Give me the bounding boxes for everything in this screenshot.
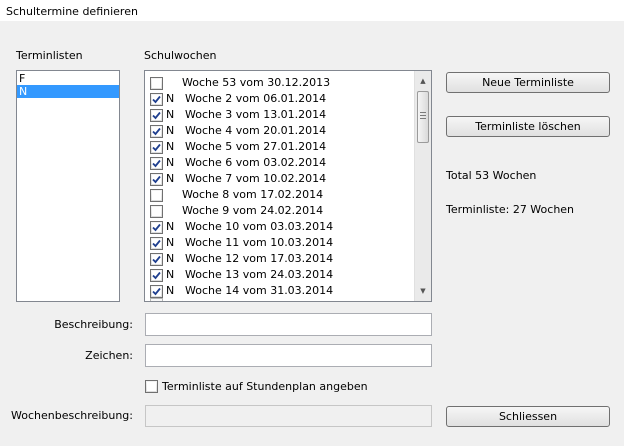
checkmark-icon (152, 95, 161, 104)
week-row[interactable]: N Woche 6 vom 03.02.2014 (145, 155, 415, 171)
week-terminliste-mark: N (166, 252, 175, 265)
terminliste-loeschen-button[interactable]: Terminliste löschen (446, 116, 610, 137)
week-label: Woche 6 vom 03.02.2014 (185, 156, 327, 169)
week-checkbox[interactable] (150, 141, 163, 154)
week-label: Woche 3 vom 13.01.2014 (185, 108, 327, 121)
week-checkbox[interactable] (150, 93, 163, 106)
week-row[interactable]: N Woche 4 vom 20.01.2014 (145, 123, 415, 139)
week-terminliste-mark: N (166, 140, 175, 153)
checkmark-icon (152, 255, 161, 264)
week-row-partial (145, 296, 415, 301)
beschreibung-label: Beschreibung: (54, 318, 133, 331)
week-terminliste-mark: N (166, 220, 175, 233)
window-title: Schultermine definieren (6, 5, 138, 18)
window-titlebar: Schultermine definieren (0, 0, 626, 22)
checkbox-inner (152, 79, 161, 88)
scrollbar-grip (420, 118, 426, 119)
week-label: Woche 10 vom 03.03.2014 (185, 220, 334, 233)
week-terminliste-mark: N (166, 236, 175, 249)
week-checkbox[interactable] (150, 189, 163, 202)
zeichen-label: Zeichen: (85, 349, 133, 362)
week-label: Woche 4 vom 20.01.2014 (185, 124, 327, 137)
week-row[interactable]: Woche 9 vom 24.02.2014 (145, 203, 415, 219)
week-label: Woche 8 vom 17.02.2014 (182, 188, 324, 201)
week-checkbox[interactable] (150, 253, 163, 266)
total-weeks-text: Total 53 Wochen (446, 169, 537, 182)
week-row[interactable]: N Woche 11 vom 10.03.2014 (145, 235, 415, 251)
terminliste-item[interactable]: F (17, 72, 119, 85)
week-row[interactable]: Woche 8 vom 17.02.2014 (145, 187, 415, 203)
week-terminliste-mark: N (166, 268, 175, 281)
neue-terminliste-button[interactable]: Neue Terminliste (446, 72, 610, 93)
week-checkbox[interactable] (150, 269, 163, 282)
terminliste-item[interactable]: N (17, 85, 119, 98)
scrollbar-grip (420, 115, 426, 116)
week-checkbox[interactable] (150, 77, 163, 90)
checkmark-icon (152, 159, 161, 168)
schliessen-button[interactable]: Schliessen (446, 406, 610, 427)
checkmark-icon (152, 271, 161, 280)
week-row[interactable]: N Woche 10 vom 03.03.2014 (145, 219, 415, 235)
week-checkbox[interactable] (150, 125, 163, 138)
scrollbar-thumb[interactable] (417, 91, 429, 143)
schulwochen-scrollbar[interactable]: ▲ ▼ (414, 71, 431, 301)
checkmark-icon (152, 111, 161, 120)
scroll-down-button[interactable]: ▼ (415, 283, 431, 299)
checkmark-icon (152, 127, 161, 136)
week-row[interactable]: Woche 53 vom 30.12.2013 (145, 75, 415, 91)
week-checkbox[interactable] (150, 173, 163, 186)
week-terminliste-mark: N (166, 108, 175, 121)
checkbox-inner (152, 207, 161, 216)
wochenbeschreibung-label: Wochenbeschreibung: (11, 409, 133, 422)
beschreibung-input[interactable] (145, 313, 432, 336)
week-terminliste-mark: N (166, 172, 175, 185)
terminlisten-label: Terminlisten (16, 49, 83, 62)
week-row[interactable]: N Woche 13 vom 24.03.2014 (145, 267, 415, 283)
checkbox-inner (147, 382, 156, 391)
week-label: Woche 5 vom 27.01.2014 (185, 140, 327, 153)
wochenbeschreibung-field (145, 405, 432, 427)
week-checkbox[interactable] (150, 221, 163, 234)
week-label: Woche 2 vom 06.01.2014 (185, 92, 327, 105)
triangle-up-icon: ▲ (420, 77, 426, 85)
terminliste-weeks-text: Terminliste: 27 Wochen (446, 203, 575, 216)
zeichen-input[interactable] (145, 344, 432, 367)
week-checkbox[interactable] (150, 205, 163, 218)
week-label: Woche 9 vom 24.02.2014 (182, 204, 324, 217)
scroll-up-button[interactable]: ▲ (415, 73, 431, 89)
week-label: Woche 12 vom 17.03.2014 (185, 252, 334, 265)
stundenplan-checkbox-label[interactable]: Terminliste auf Stundenplan angeben (162, 380, 368, 393)
week-terminliste-mark: N (166, 156, 175, 169)
week-checkbox[interactable] (150, 237, 163, 250)
week-row[interactable]: N Woche 12 vom 17.03.2014 (145, 251, 415, 267)
triangle-down-icon: ▼ (420, 287, 426, 295)
schulwochen-label: Schulwochen (144, 49, 217, 62)
checkmark-icon (152, 175, 161, 184)
checkbox-inner (152, 191, 161, 200)
week-label: Woche 13 vom 24.03.2014 (185, 268, 334, 281)
week-terminliste-mark: N (166, 92, 175, 105)
week-row[interactable]: N Woche 5 vom 27.01.2014 (145, 139, 415, 155)
week-checkbox[interactable] (150, 109, 163, 122)
week-checkbox[interactable] (150, 157, 163, 170)
terminlisten-listbox[interactable]: FN (16, 70, 120, 302)
stundenplan-checkbox[interactable] (145, 380, 158, 393)
scrollbar-grip (420, 112, 426, 113)
week-label: Woche 7 vom 10.02.2014 (185, 172, 327, 185)
week-terminliste-mark: N (166, 124, 175, 137)
week-row[interactable]: N Woche 3 vom 13.01.2014 (145, 107, 415, 123)
week-checkbox-partial (150, 298, 163, 301)
week-row[interactable]: N Woche 2 vom 06.01.2014 (145, 91, 415, 107)
checkmark-icon (152, 223, 161, 232)
week-label: Woche 11 vom 10.03.2014 (185, 236, 334, 249)
checkmark-icon (152, 143, 161, 152)
checkmark-icon (152, 239, 161, 248)
schulwochen-list[interactable]: Woche 53 vom 30.12.2013 N Woche 2 vom 06.0… (144, 70, 432, 302)
week-label: Woche 53 vom 30.12.2013 (182, 76, 331, 89)
week-row[interactable]: N Woche 7 vom 10.02.2014 (145, 171, 415, 187)
